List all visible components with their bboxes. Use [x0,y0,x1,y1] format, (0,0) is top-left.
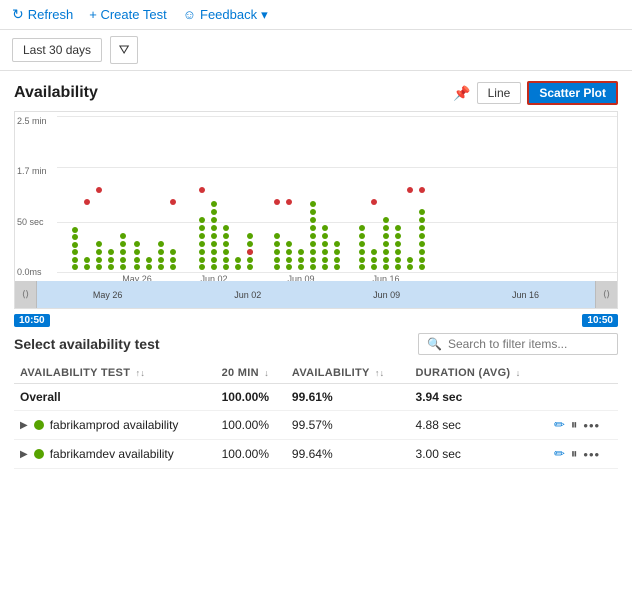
col-availability: AVAILABILITY ↑↓ [286,363,410,384]
select-header-row: Select availability test 🔍 [14,333,618,355]
col-20min: 20 MIN ↓ [216,363,286,384]
feedback-icon: ☺ [183,7,196,22]
row1-availability: 99.57% [286,411,410,440]
sort-arrow-1: ↑↓ [136,368,146,378]
row2-20min: 100.00% [216,440,286,469]
row1-actions: ✏ ⏸ ••• [548,411,618,440]
y-label-3: 50 sec [17,217,55,227]
sort-arrow-2: ↓ [264,368,269,378]
pause-icon-2[interactable]: ⏸ [571,446,578,462]
pin-icon[interactable]: 📌 [453,85,470,102]
col-test-name: AVAILABILITY TEST ↑↓ [14,363,216,384]
y-label-4: 0.0ms [17,267,55,277]
chart-area: 2.5 min 1.7 min 50 sec 0.0ms [14,111,618,281]
row2-name: ▶ fabrikamdev availability [14,440,216,469]
y-label-2: 1.7 min [17,166,55,176]
svg-text:Jun 16: Jun 16 [372,274,399,281]
status-dot-2 [34,449,44,459]
scrubber-range [37,281,595,308]
feedback-label: Feedback [200,7,257,22]
scrubber-bar: ⟨⟩ ⟨⟩ May 26 Jun 02 Jun 09 Jun 16 [14,281,618,309]
row2-duration: 3.00 sec [410,440,548,469]
expand-button-1[interactable]: ▶ [20,420,28,431]
refresh-icon: ↻ [12,6,24,23]
col-duration: DURATION (AVG) ↓ [410,363,548,384]
scrubber-handle-left[interactable]: ⟨⟩ [15,281,37,308]
table-row: ▶ fabrikamprod availability 100.00% 99.5… [14,411,618,440]
availability-title: Availability [14,84,98,102]
feedback-button[interactable]: ☺ Feedback ▾ [183,7,268,23]
chart-y-labels: 2.5 min 1.7 min 50 sec 0.0ms [15,112,57,281]
scrubber-right-icon: ⟨⟩ [603,289,610,300]
expand-button-2[interactable]: ▶ [20,449,28,460]
search-input[interactable] [448,337,609,351]
pause-icon-1[interactable]: ⏸ [571,417,578,433]
y-label-1: 2.5 min [17,116,55,126]
overall-availability: 99.61% [286,384,410,411]
availability-table: AVAILABILITY TEST ↑↓ 20 MIN ↓ AVAILABILI… [14,363,618,469]
create-test-label: + Create Test [89,7,166,22]
chart-container: 2.5 min 1.7 min 50 sec 0.0ms [14,111,618,329]
svg-text:Jun 09: Jun 09 [287,274,314,281]
scatter-plot-button[interactable]: Scatter Plot [527,81,618,105]
time-badges-row: 10:50 10:50 [14,309,618,329]
row1-duration: 4.88 sec [410,411,548,440]
row2-availability: 99.64% [286,440,410,469]
search-box: 🔍 [418,333,618,355]
date-range-button[interactable]: Last 30 days [12,38,102,62]
svg-text:May 26: May 26 [122,274,152,281]
status-dot-1 [34,420,44,430]
more-icon-1[interactable]: ••• [583,418,600,433]
row1-20min: 100.00% [216,411,286,440]
overall-name: Overall [14,384,216,411]
edit-icon-1[interactable]: ✏ [554,417,565,433]
svg-text:Jun 02: Jun 02 [200,274,227,281]
sort-arrow-4: ↓ [516,368,521,378]
overall-duration: 3.94 sec [410,384,548,411]
scatter-plot-svg: May 26 Jun 02 Jun 09 Jun 16 [57,112,617,281]
scrubber-left-icon: ⟨⟩ [22,289,29,300]
col-actions [548,363,618,384]
select-section: Select availability test 🔍 AVAILABILITY … [0,333,632,469]
filter-icon: ⛛ [119,42,130,58]
create-test-button[interactable]: + Create Test [89,7,166,22]
toolbar: ↻ Refresh + Create Test ☺ Feedback ▾ [0,0,632,30]
refresh-button[interactable]: ↻ Refresh [12,6,73,23]
sort-arrow-3: ↑↓ [375,368,385,378]
time-end-badge: 10:50 [582,314,618,327]
table-row-overall: Overall 100.00% 99.61% 3.94 sec [14,384,618,411]
table-row: ▶ fabrikamdev availability 100.00% 99.64… [14,440,618,469]
filter-bar: Last 30 days ⛛ [0,30,632,71]
table-header-row: AVAILABILITY TEST ↑↓ 20 MIN ↓ AVAILABILI… [14,363,618,384]
scrubber-handle-right[interactable]: ⟨⟩ [595,281,617,308]
more-icon-2[interactable]: ••• [583,447,600,462]
row1-name: ▶ fabrikamprod availability [14,411,216,440]
select-title: Select availability test [14,336,160,352]
feedback-chevron-icon: ▾ [261,7,268,23]
time-start-badge: 10:50 [14,314,50,327]
edit-icon-2[interactable]: ✏ [554,446,565,462]
row2-actions: ✏ ⏸ ••• [548,440,618,469]
main-content: Availability 📌 Line Scatter Plot 2.5 min… [0,71,632,329]
search-icon: 🔍 [427,337,442,351]
refresh-label: Refresh [28,7,74,22]
chart-controls: 📌 Line Scatter Plot [453,81,618,105]
line-chart-button[interactable]: Line [477,82,522,104]
overall-20min: 100.00% [216,384,286,411]
section-header: Availability 📌 Line Scatter Plot [14,81,618,105]
filter-button[interactable]: ⛛ [110,36,138,64]
overall-actions [548,384,618,411]
